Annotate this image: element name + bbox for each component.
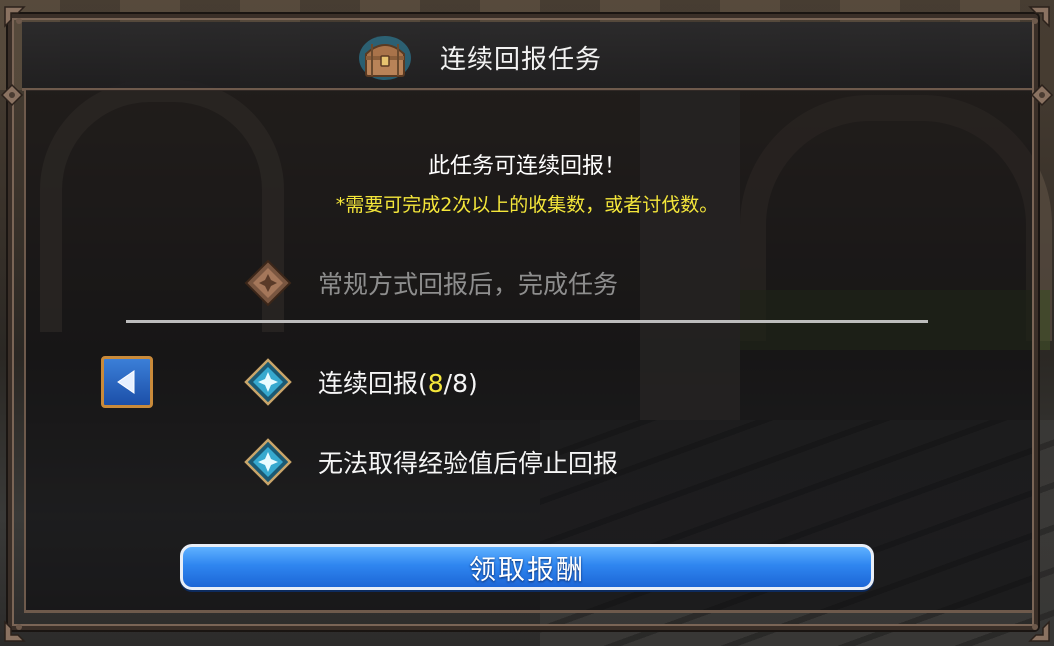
continuous-count-current: 8 (427, 369, 444, 398)
claim-reward-button[interactable]: 领取报酬 (180, 544, 874, 590)
dialog-title-group: 连续回报任务 (358, 30, 602, 84)
option-stop-report[interactable]: 无法取得经验值后停止回报 (244, 438, 618, 486)
blue-diamond-icon (244, 438, 292, 486)
option-normal-report[interactable]: 常规方式回报后，完成任务 (244, 259, 618, 307)
frame-side-ornament-icon (1020, 78, 1054, 112)
continuous-count-total: /8) (443, 369, 478, 398)
option-stop-label: 无法取得经验值后停止回报 (318, 449, 619, 478)
continuous-label-prefix: 连续回报( (318, 369, 428, 398)
back-arrow-button[interactable] (101, 356, 153, 408)
frame-corner-ornament-icon (2, 610, 36, 644)
left-arrow-icon (117, 370, 135, 394)
option-normal-label: 常规方式回报后，完成任务 (318, 270, 619, 299)
message-requirement: *需要可完成2次以上的收集数，或者讨伐数。 (335, 194, 719, 216)
option-continuous-label: 连续回报(8/8) (318, 364, 478, 400)
frame-side-ornament-icon (0, 78, 34, 112)
claim-reward-label: 领取报酬 (469, 554, 585, 586)
frame-corner-ornament-icon (1018, 4, 1052, 38)
frame-corner-ornament-icon (2, 4, 36, 38)
treasure-chest-icon (358, 32, 412, 82)
dialog-title: 连续回报任务 (440, 44, 603, 75)
divider (126, 320, 928, 323)
blue-diamond-icon (244, 358, 292, 406)
frame-corner-ornament-icon (1018, 610, 1052, 644)
bronze-diamond-icon (244, 259, 292, 307)
option-continuous-report[interactable]: 连续回报(8/8) (244, 358, 478, 406)
message-headline: 此任务可连续回报！ (427, 154, 626, 179)
